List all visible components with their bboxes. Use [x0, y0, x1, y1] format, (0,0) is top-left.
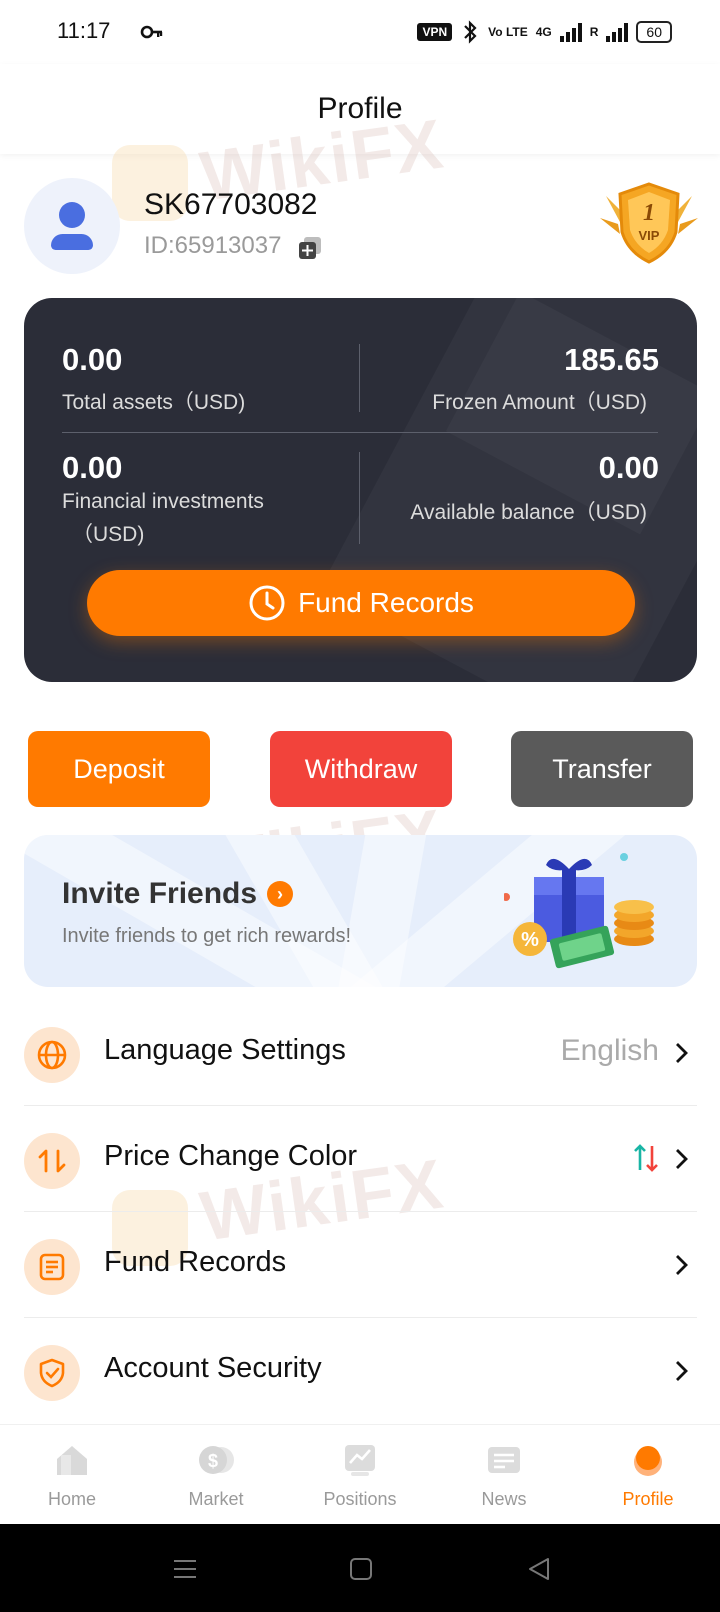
total-assets-label: Total assets（USD) — [62, 391, 246, 414]
menu-item-label: Fund Records — [104, 1246, 287, 1278]
tab-positions[interactable]: Positions — [288, 1425, 432, 1524]
tab-label: Home — [47, 1489, 96, 1509]
menu-item-price-change-color[interactable]: Price Change Color — [24, 1106, 697, 1212]
status-bar: 11:17 VPN Vo LTE 4G R 60 — [0, 0, 720, 64]
username: SK67703082 — [144, 188, 318, 221]
invite-friends-banner[interactable]: Invite Friends › Invite friends to get r… — [24, 835, 697, 987]
chevron-right-icon — [676, 1149, 688, 1169]
language-value: English — [560, 1034, 659, 1067]
chevron-right-icon — [676, 1361, 688, 1381]
document-icon — [24, 1239, 80, 1295]
signal-icon-2 — [606, 22, 629, 42]
copy-icon[interactable] — [298, 236, 322, 260]
vpn-icon: VPN — [417, 23, 453, 41]
frozen-amount-label: Frozen Amount（USD) — [432, 391, 647, 414]
fund-records-button[interactable]: Fund Records — [87, 570, 635, 636]
tab-profile[interactable]: Profile — [576, 1425, 720, 1524]
positions-icon — [345, 1445, 375, 1476]
market-icon: $ — [199, 1446, 234, 1474]
volte-icon: Vo LTE — [488, 25, 528, 39]
frozen-amount-value: 185.65 — [564, 342, 659, 377]
home-button-icon[interactable] — [346, 1554, 376, 1584]
swap-icon — [24, 1133, 80, 1189]
financial-investments-unit: （USD) — [72, 523, 145, 546]
tab-label: Positions — [323, 1489, 397, 1509]
menu-icon[interactable] — [170, 1554, 200, 1584]
vip-text: VIP — [639, 228, 660, 243]
system-nav-bar — [0, 1524, 720, 1612]
home-icon — [57, 1446, 87, 1475]
financial-investments-label: Financial investments — [62, 490, 264, 513]
invite-subtitle: Invite friends to get rich rewards! — [62, 925, 352, 947]
vip-badge-icon[interactable]: 1 VIP — [600, 182, 698, 264]
tab-home[interactable]: Home — [0, 1425, 144, 1524]
bluetooth-icon — [464, 20, 477, 44]
status-icons: VPN Vo LTE 4G R 60 — [417, 20, 672, 44]
divider — [359, 452, 360, 544]
transfer-button[interactable]: Transfer — [511, 731, 693, 807]
profile-icon — [634, 1446, 662, 1476]
signal-icon — [559, 22, 582, 42]
vip-level: 1 — [643, 200, 655, 226]
tab-news[interactable]: News — [432, 1425, 576, 1524]
tab-market[interactable]: $ Market — [144, 1425, 288, 1524]
assets-card: 0.00 Total assets（USD) 185.65 Frozen Amo… — [24, 298, 697, 682]
avatar[interactable] — [24, 178, 120, 274]
tab-label: Market — [188, 1489, 244, 1509]
menu-item-account-security[interactable]: Account Security — [24, 1318, 697, 1424]
clock-icon — [249, 585, 285, 621]
user-id: ID:65913037 — [144, 232, 282, 259]
divider — [62, 432, 658, 433]
menu-item-label: Account Security — [104, 1352, 322, 1384]
key-icon — [140, 25, 163, 39]
fund-records-label: Fund Records — [298, 587, 474, 618]
page-title: Profile — [317, 92, 403, 125]
chevron-right-icon — [676, 1043, 688, 1063]
tab-label: News — [481, 1489, 527, 1509]
menu-item-label: Price Change Color — [104, 1140, 358, 1172]
deposit-button[interactable]: Deposit — [28, 731, 210, 807]
roaming-icon: R — [589, 25, 599, 39]
svg-text:$: $ — [208, 1451, 218, 1471]
menu-item-language-settings[interactable]: Language Settings English — [24, 1000, 697, 1106]
total-assets-value: 0.00 — [62, 342, 123, 377]
status-time: 11:17 — [57, 18, 111, 43]
available-balance-label: Available balance（USD) — [410, 501, 647, 524]
gift-icon: % — [504, 853, 654, 969]
shield-check-icon — [24, 1345, 80, 1401]
menu-item-fund-records[interactable]: Fund Records — [24, 1212, 697, 1318]
bottom-tab-bar: Home $ Market Positions News Profile — [0, 1424, 720, 1524]
up-down-arrows-icon — [634, 1144, 658, 1172]
news-icon — [488, 1447, 520, 1473]
tab-label: Profile — [622, 1489, 674, 1509]
battery-icon: 60 — [636, 21, 672, 43]
back-icon[interactable] — [524, 1554, 554, 1584]
svg-text:%: % — [521, 929, 539, 951]
page-header: Profile — [0, 64, 720, 154]
chevron-right-icon — [676, 1255, 688, 1275]
globe-icon — [24, 1027, 80, 1083]
menu-item-label: Language Settings — [104, 1034, 346, 1066]
available-balance-value: 0.00 — [598, 450, 659, 485]
withdraw-button[interactable]: Withdraw — [270, 731, 452, 807]
divider — [359, 344, 360, 412]
profile-screen: 11:17 VPN Vo LTE 4G R 60 Profile WikiFX … — [0, 0, 720, 1612]
financial-investments-value: 0.00 — [62, 450, 123, 485]
invite-title: Invite Friends — [62, 877, 258, 910]
network-type-icon: 4G — [535, 25, 552, 39]
arrow-right-icon: › — [267, 881, 293, 907]
